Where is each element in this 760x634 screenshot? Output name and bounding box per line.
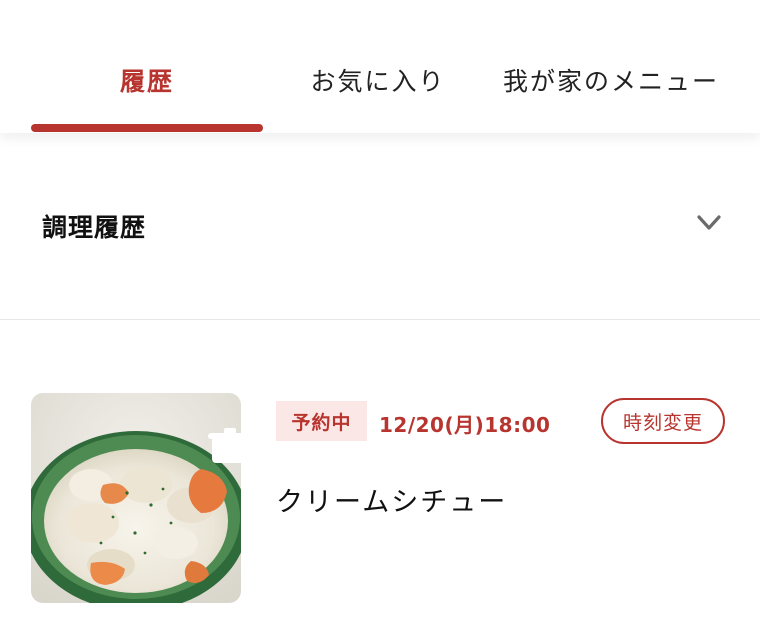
section-title: 調理履歴 xyxy=(42,213,147,242)
tab-my-menu[interactable]: 我が家のメニュー xyxy=(490,62,732,106)
status-badge: 予約中 xyxy=(276,401,367,441)
history-item: 予約中 12/20(月)18:00 時刻変更 クリームシチュー xyxy=(0,320,760,634)
tab-favorites[interactable]: お気に入り xyxy=(290,62,466,106)
active-tab-indicator xyxy=(31,124,263,132)
tab-history[interactable]: 履歴 xyxy=(31,62,263,106)
pot-icon xyxy=(208,428,241,463)
chevron-down-icon[interactable] xyxy=(694,211,724,235)
tab-bar: 履歴 お気に入り 我が家のメニュー xyxy=(0,0,760,133)
cooking-history-accordion[interactable]: 調理履歴 xyxy=(0,165,760,283)
scheduled-datetime: 12/20(月)18:00 xyxy=(379,413,551,437)
change-time-button[interactable]: 時刻変更 xyxy=(601,398,725,444)
recipe-name[interactable]: クリームシチュー xyxy=(276,480,507,519)
recipe-thumbnail[interactable] xyxy=(31,393,241,603)
stew-image xyxy=(31,393,241,603)
